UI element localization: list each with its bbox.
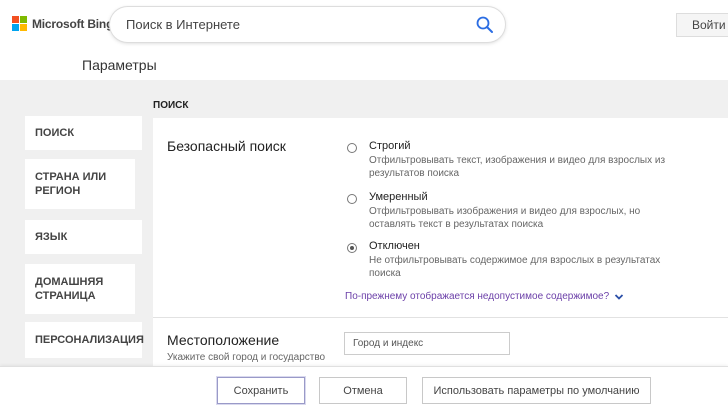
location-subtitle: Укажите свой город и государство bbox=[167, 352, 326, 363]
section-heading: ПОИСК bbox=[153, 100, 189, 111]
search-box bbox=[110, 7, 505, 42]
logo-text: Microsoft Bing bbox=[32, 16, 114, 31]
option-description: Отфильтровывать изображения и видео для … bbox=[369, 206, 641, 230]
radio-off[interactable] bbox=[347, 243, 357, 253]
bing-logo[interactable]: Microsoft Bing bbox=[12, 16, 113, 31]
option-title: Строгий bbox=[369, 140, 411, 152]
save-button[interactable]: Сохранить bbox=[217, 377, 305, 404]
option-title: Отключен bbox=[369, 240, 420, 252]
sidebar-item-label: ДОМАШНЯЯ СТРАНИЦА bbox=[35, 276, 104, 302]
city-zip-input[interactable] bbox=[344, 332, 510, 355]
option-description: Отфильтровывать текст, изображения и вид… bbox=[369, 155, 666, 179]
search-icon bbox=[476, 16, 493, 33]
sidebar-item-label: ПОИСК bbox=[35, 127, 75, 139]
section-divider bbox=[153, 317, 728, 318]
radio-strict[interactable] bbox=[347, 143, 357, 153]
inappropriate-content-link[interactable]: По-прежнему отображается недопустимое со… bbox=[345, 291, 624, 302]
option-description: Не отфильтровывать содержимое для взросл… bbox=[369, 255, 661, 279]
location-title: Местоположение bbox=[167, 332, 280, 348]
search-input[interactable] bbox=[126, 15, 456, 33]
footer-bar: Сохранить Отмена Использовать параметры … bbox=[0, 366, 728, 411]
link-label: По-прежнему отображается недопустимое со… bbox=[345, 291, 610, 302]
use-defaults-button[interactable]: Использовать параметры по умолчанию bbox=[422, 377, 651, 404]
radio-moderate[interactable] bbox=[347, 194, 357, 204]
sidebar-item-language[interactable]: ЯЗЫК bbox=[25, 220, 142, 254]
sidebar-item-label: СТРАНА ИЛИ РЕГИОН bbox=[35, 171, 107, 197]
sidebar-item-country-region[interactable]: СТРАНА ИЛИ РЕГИОН bbox=[25, 159, 135, 209]
sidebar-item-search[interactable]: ПОИСК bbox=[25, 116, 142, 150]
sidebar-item-label: ПЕРСОНАЛИЗАЦИЯ bbox=[35, 334, 144, 346]
microsoft-logo-icon bbox=[12, 16, 27, 31]
sidebar-item-personalization[interactable]: ПЕРСОНАЛИЗАЦИЯ bbox=[25, 322, 144, 358]
sidebar-item-homepage[interactable]: ДОМАШНЯЯ СТРАНИЦА bbox=[25, 264, 135, 314]
signin-button[interactable]: Войти bbox=[676, 13, 728, 37]
safe-search-title: Безопасный поиск bbox=[167, 138, 286, 154]
chevron-down-icon bbox=[615, 293, 624, 300]
cancel-button[interactable]: Отмена bbox=[319, 377, 407, 404]
sidebar-item-label: ЯЗЫК bbox=[35, 231, 68, 243]
page-title: Параметры bbox=[82, 57, 157, 73]
top-bar: Microsoft Bing Войти bbox=[0, 0, 728, 50]
search-button[interactable] bbox=[475, 15, 495, 35]
option-title: Умеренный bbox=[369, 191, 428, 203]
